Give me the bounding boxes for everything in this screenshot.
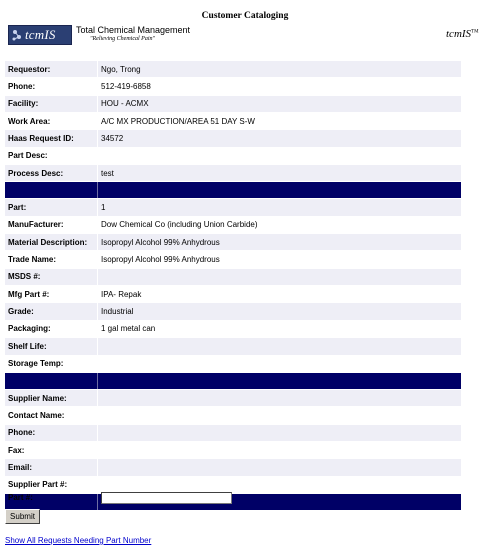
field-label: Part Desc: xyxy=(5,147,98,166)
field-value: HOU - ACMX xyxy=(97,95,461,114)
field-label: Contact Name: xyxy=(5,406,98,425)
field-value: Dow Chemical Co (including Union Carbide… xyxy=(97,216,461,235)
form-row: Part: 1 xyxy=(5,198,461,217)
field-label: Packaging: xyxy=(5,320,98,339)
field-value: A/C MX PRODUCTION/AREA 51 DAY S-W xyxy=(97,112,461,131)
field-label: Phone: xyxy=(5,424,98,442)
field-value: Industrial xyxy=(97,302,461,321)
form-row: Supplier Name: xyxy=(5,389,461,408)
show-all-requests-link[interactable]: Show All Requests Needing Part Number xyxy=(5,536,151,545)
field-label: Storage Temp: xyxy=(5,355,98,373)
form-row: Process Desc: test xyxy=(5,164,461,183)
field-label: Facility: xyxy=(5,95,98,114)
submit-button[interactable]: Submit xyxy=(5,509,40,524)
form-row: Facility: HOU - ACMX xyxy=(5,95,461,114)
field-value xyxy=(97,458,461,477)
section-divider xyxy=(5,372,461,390)
field-label: Haas Request ID: xyxy=(5,129,98,148)
catalog-form-table: Requestor: Ngo, Trong Phone: 512-419-6858 Fa… xyxy=(5,61,461,511)
field-value xyxy=(97,406,461,425)
form-row: Shelf Life: xyxy=(5,337,461,356)
field-value: 1 xyxy=(97,198,461,217)
form-row: Part Desc: xyxy=(5,147,461,166)
brand-text: tcmIS xyxy=(446,28,472,40)
page-title: Customer Cataloging xyxy=(201,11,289,21)
form-row: Supplier Part #: xyxy=(5,476,461,494)
form-row: Phone: xyxy=(5,424,461,442)
form-row: Mfg Part #: IPA- Repak xyxy=(5,285,461,304)
field-value xyxy=(97,476,461,494)
field-label: Trade Name: xyxy=(5,250,98,269)
field-value: Isopropyl Alcohol 99% Anhydrous xyxy=(97,233,461,252)
field-label: Email: xyxy=(5,458,98,477)
field-value xyxy=(97,147,461,166)
field-label: Phone: xyxy=(5,77,98,96)
field-value: Isopropyl Alcohol 99% Anhydrous xyxy=(97,250,461,269)
field-label: Work Area: xyxy=(5,112,98,131)
company-name: Total Chemical Management xyxy=(76,25,191,35)
field-label: Grade: xyxy=(5,302,98,321)
form-row: Trade Name: Isopropyl Alcohol 99% Anhydro… xyxy=(5,250,461,269)
form-row: Requestor: Ngo, Trong xyxy=(5,61,461,79)
form-row: Storage Temp: xyxy=(5,355,461,373)
field-label: Fax: xyxy=(5,441,98,460)
field-value: Ngo, Trong xyxy=(97,61,461,79)
field-value xyxy=(97,424,461,442)
part-number-label: Part #: xyxy=(8,493,33,502)
part-number-input[interactable] xyxy=(101,492,232,504)
field-value: 34572 xyxy=(97,129,461,148)
brand-mark: tcmISTM xyxy=(446,28,479,40)
field-label: Process Desc: xyxy=(5,164,98,183)
field-value: 1 gal metal can xyxy=(97,320,461,339)
field-label: Mfg Part #: xyxy=(5,285,98,304)
section-divider xyxy=(5,181,461,200)
trademark: TM xyxy=(471,29,479,35)
form-row: Contact Name: xyxy=(5,406,461,425)
field-label: Part: xyxy=(5,198,98,217)
molecule-icon xyxy=(12,30,21,41)
form-row: Email: xyxy=(5,458,461,477)
field-value xyxy=(97,441,461,460)
field-label: Supplier Name: xyxy=(5,389,98,408)
form-row: Material Description: Isopropyl Alcohol 9… xyxy=(5,233,461,252)
logo-text: tcmIS xyxy=(25,27,56,42)
form-row: Grade: Industrial xyxy=(5,302,461,321)
field-value: test xyxy=(97,164,461,183)
field-value: 512-419-6858 xyxy=(97,77,461,96)
field-value: IPA- Repak xyxy=(97,285,461,304)
section-divider xyxy=(5,493,461,511)
slogan: "Relieving Chemical Pain" xyxy=(90,36,156,42)
form-row: ManuFacturer: Dow Chemical Co (including … xyxy=(5,216,461,235)
field-value xyxy=(97,355,461,373)
field-label: Supplier Part #: xyxy=(5,476,98,494)
section-divider-left xyxy=(5,372,98,390)
field-label: Requestor: xyxy=(5,61,98,79)
field-value xyxy=(97,389,461,408)
section-divider-right xyxy=(97,181,461,200)
field-label: MSDS #: xyxy=(5,268,98,287)
field-label: ManuFacturer: xyxy=(5,216,98,235)
form-row: Haas Request ID: 34572 xyxy=(5,129,461,148)
form-row: Work Area: A/C MX PRODUCTION/AREA 51 DAY … xyxy=(5,112,461,131)
form-row: Fax: xyxy=(5,441,461,460)
form-row: Phone: 512-419-6858 xyxy=(5,77,461,96)
field-label: Shelf Life: xyxy=(5,337,98,356)
form-row: MSDS #: xyxy=(5,268,461,287)
form-row: Packaging: 1 gal metal can xyxy=(5,320,461,339)
section-divider-left xyxy=(5,181,98,200)
field-label: Material Description: xyxy=(5,233,98,252)
field-value xyxy=(97,337,461,356)
tcmis-logo: tcmIS xyxy=(8,25,72,45)
field-value xyxy=(97,268,461,287)
section-divider-right xyxy=(97,372,461,390)
